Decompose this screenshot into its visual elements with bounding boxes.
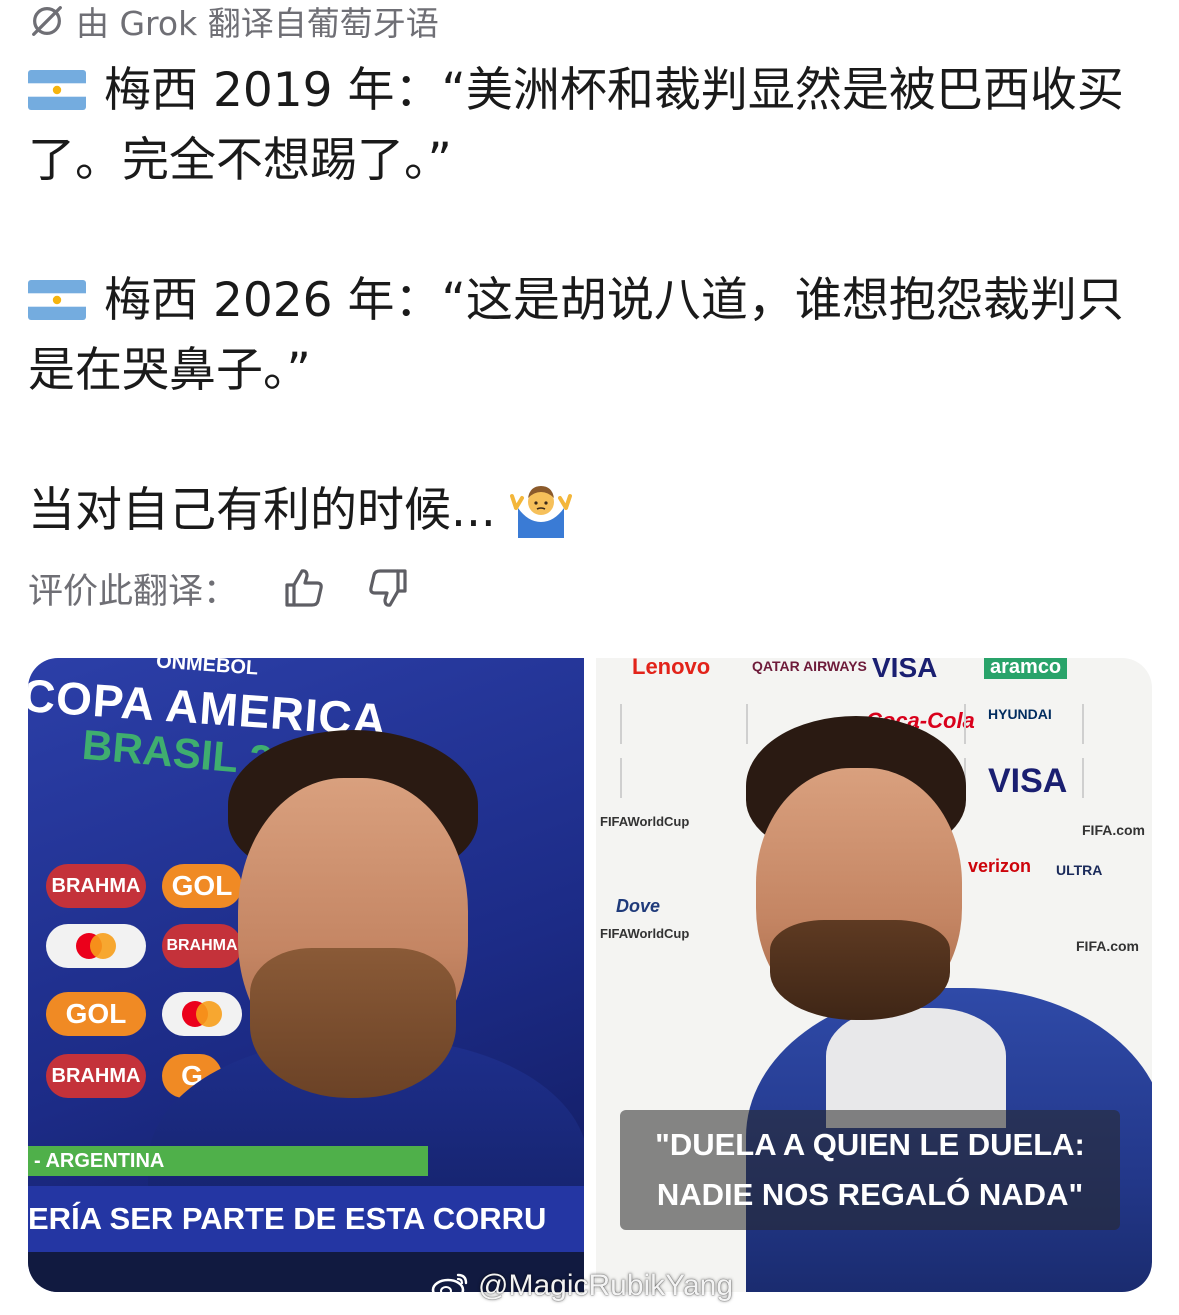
photo-copa-america-2019[interactable]: ONMEBOL COPA AMERICA BRASIL 20 BRAHMA GO…: [28, 658, 584, 1292]
team-lower-third: - ARGENTINA: [28, 1146, 428, 1176]
sponsor-aramco: aramco: [984, 658, 1068, 679]
thumbs-down-icon: [369, 569, 407, 607]
broadcast-caption: ERÍA SER PARTE DE ESTA CORRU: [28, 1186, 584, 1252]
sponsor-lenovo: Lenovo: [632, 658, 711, 679]
sponsor-gol: GOL: [162, 864, 242, 908]
fifa-com-text: FIFA.com: [1082, 822, 1146, 838]
sponsor-visa: VISA: [872, 658, 938, 683]
sponsor-visa: VISA: [988, 762, 1068, 800]
grok-logo-icon: [32, 6, 62, 36]
photo-world-cup-2022[interactable]: Lenovo QATAR AIRWAYS VISA aramco HYUNDAI…: [596, 658, 1152, 1292]
fifa-com-text: FIFA.com: [1076, 938, 1140, 954]
man-shrugging-icon: [509, 478, 572, 540]
thumbs-up-button[interactable]: [278, 562, 330, 614]
argentina-flag-icon: [28, 280, 86, 320]
sponsor-mastercard: [46, 924, 146, 968]
sponsor-brahma: BRAHMA: [162, 924, 242, 968]
sponsor-verizon: verizon: [968, 856, 1032, 876]
post-paragraph-conclusion: 当对自己有利的时候...: [28, 476, 1158, 546]
media-gallery[interactable]: ONMEBOL COPA AMERICA BRASIL 20 BRAHMA GO…: [28, 658, 1152, 1292]
rate-translation-row: 评价此翻译：: [28, 560, 414, 616]
sponsor-dove: Dove: [616, 896, 661, 916]
post-text-conclusion: 当对自己有利的时候...: [28, 483, 496, 538]
subtitle-line-1: "DUELA A QUIEN LE DUELA:: [655, 1127, 1085, 1162]
sponsor-qatar-airways: QATAR AIRWAYS: [752, 658, 867, 674]
post-paragraph-2026: 梅西 2026 年：“这是胡说八道，谁想抱怨裁判只是在哭鼻子。”: [28, 266, 1158, 406]
fifa-world-cup-text: FIFAWorldCup: [600, 814, 690, 829]
sponsor-brahma: BRAHMA: [46, 864, 146, 908]
fifa-world-cup-text: FIFAWorldCup: [600, 926, 690, 941]
thumbs-down-button[interactable]: [362, 562, 414, 614]
post-body: 梅西 2019 年：“美洲杯和裁判显然是被巴西收买了。完全不想踢了。” 梅西 2…: [28, 56, 1158, 546]
broadcast-caption-text: ERÍA SER PARTE DE ESTA CORRU: [28, 1201, 547, 1236]
post-paragraph-2019: 梅西 2019 年：“美洲杯和裁判显然是被巴西收买了。完全不想踢了。”: [28, 56, 1158, 196]
sponsor-ultra: ULTRA: [1056, 862, 1103, 878]
backdrop-divider: [620, 704, 622, 744]
backdrop-divider: [1082, 758, 1084, 798]
translation-notice-text: 由 Grok 翻译自葡萄牙语: [76, 4, 439, 43]
backdrop-divider: [620, 758, 622, 798]
translation-notice: 由 Grok 翻译自葡萄牙语: [28, 0, 439, 43]
sponsor-gol: GOL: [46, 992, 146, 1036]
subtitle-line-2: NADIE NOS REGALÓ NADA": [656, 1177, 1084, 1212]
backdrop-divider: [746, 704, 748, 744]
sponsor-hyundai: HYUNDAI: [988, 706, 1052, 722]
argentina-flag-icon: [28, 70, 86, 110]
sponsor-mastercard: [162, 992, 242, 1036]
watermark-text: @MagicRubikYang: [478, 1269, 734, 1302]
backdrop-divider: [1082, 704, 1084, 744]
weibo-watermark: @MagicRubikYang: [430, 1264, 733, 1308]
thumbs-up-icon: [285, 569, 323, 607]
conmebol-text: ONMEBOL: [155, 658, 259, 680]
video-subtitle: "DUELA A QUIEN LE DUELA: NADIE NOS REGAL…: [620, 1110, 1120, 1230]
backdrop-divider: [964, 704, 966, 744]
post-text-2019: 梅西 2019 年：“美洲杯和裁判显然是被巴西收买了。完全不想踢了。”: [28, 63, 1124, 188]
weibo-logo-icon: [431, 1273, 468, 1302]
rate-translation-label: 评价此翻译：: [28, 571, 239, 612]
post-text-2026: 梅西 2026 年：“这是胡说八道，谁想抱怨裁判只是在哭鼻子。”: [28, 273, 1124, 398]
sponsor-brahma: BRAHMA: [46, 1054, 146, 1098]
